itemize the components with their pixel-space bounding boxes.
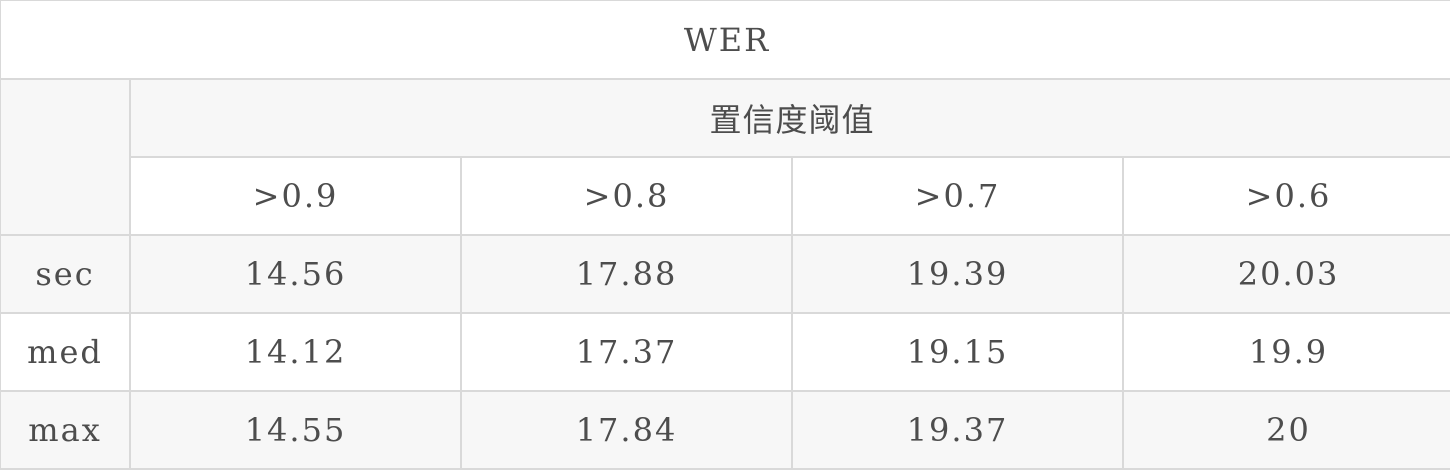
threshold-header: >0.8 [460, 156, 793, 236]
row-label: sec [0, 234, 131, 314]
threshold-header: >0.9 [129, 156, 462, 236]
threshold-header-row: >0.9 >0.8 >0.7 >0.6 [0, 156, 1450, 236]
row-label: med [0, 312, 131, 392]
table-cell: 19.39 [791, 234, 1124, 314]
wer-table: WER 置信度阈值 >0.9 >0.8 >0.7 >0.6 sec 14.56 … [0, 0, 1450, 470]
table-cell: 20 [1121, 390, 1450, 470]
table-row: sec 14.56 17.88 19.39 20.03 [0, 234, 1450, 314]
threshold-header: >0.6 [1121, 156, 1450, 236]
table-cell: 17.37 [460, 312, 793, 392]
table-cell: 14.56 [129, 234, 462, 314]
row-label: max [0, 390, 131, 470]
table-cell: 20.03 [1121, 234, 1450, 314]
group-header-row: 置信度阈值 [0, 78, 1450, 236]
table-title: WER [0, 0, 1450, 80]
table-cell: 19.37 [791, 390, 1124, 470]
table-cell: 19.15 [791, 312, 1124, 392]
table-cell: 17.88 [460, 234, 793, 314]
table-cell: 17.84 [460, 390, 793, 470]
threshold-group-header: 置信度阈值 [128, 78, 1450, 158]
table-cell: 14.12 [129, 312, 462, 392]
table-cell: 14.55 [129, 390, 462, 470]
table-row: med 14.12 17.37 19.15 19.9 [0, 312, 1450, 392]
table-cell: 19.9 [1121, 312, 1450, 392]
corner-cell [0, 78, 131, 236]
table-row: max 14.55 17.84 19.37 20 [0, 390, 1450, 470]
table-title-row: WER [0, 0, 1450, 80]
threshold-header: >0.7 [791, 156, 1124, 236]
